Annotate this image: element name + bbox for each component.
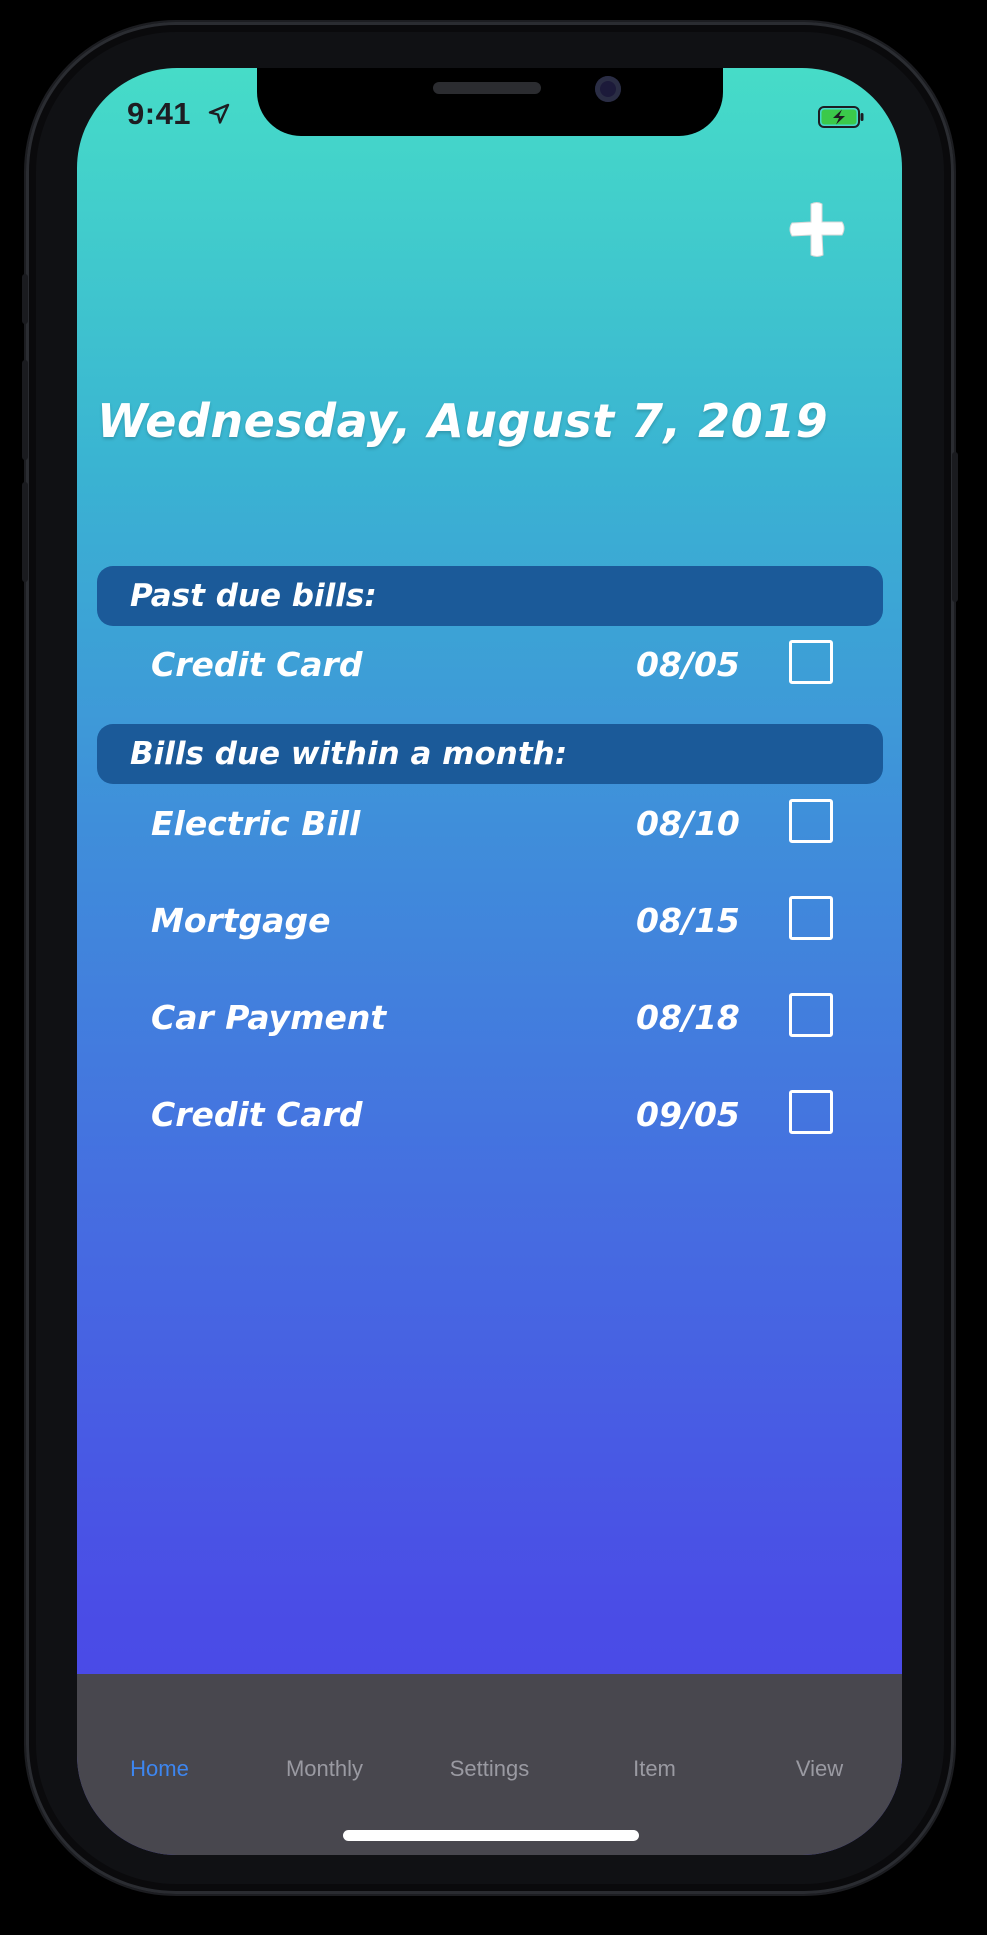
- bill-due-date: 08/18: [636, 998, 740, 1037]
- tab-monthly[interactable]: Monthly: [242, 1756, 407, 1782]
- power-button: [952, 452, 958, 602]
- notch: [257, 68, 723, 136]
- bill-row: Credit Card 08/05: [77, 635, 902, 695]
- bill-due-date: 08/10: [636, 804, 740, 843]
- tab-settings[interactable]: Settings: [407, 1756, 572, 1782]
- section-header-due-within-month: Bills due within a month:: [97, 724, 883, 784]
- tab-item[interactable]: Item: [572, 1756, 737, 1782]
- volume-down-button: [22, 482, 28, 582]
- bill-name: Credit Card: [151, 645, 363, 684]
- bill-due-date: 09/05: [636, 1095, 740, 1134]
- volume-up-button: [22, 360, 28, 460]
- bill-paid-checkbox[interactable]: [789, 896, 833, 940]
- section-title: Past due bills:: [130, 578, 377, 614]
- bill-row: Credit Card 09/05: [77, 1085, 902, 1145]
- section-title: Bills due within a month:: [130, 736, 568, 772]
- tab-view[interactable]: View: [737, 1756, 902, 1782]
- home-indicator[interactable]: [343, 1830, 639, 1841]
- section-header-past-due: Past due bills:: [97, 566, 883, 626]
- app-screen: 9:41 Wednesday, August 7, 2019 Past due …: [77, 68, 902, 1855]
- current-date-title: Wednesday, August 7, 2019: [97, 394, 829, 448]
- tab-bar: Home Monthly Settings Item View: [77, 1674, 902, 1855]
- location-arrow-icon: [208, 103, 230, 124]
- bill-name: Credit Card: [151, 1095, 363, 1134]
- tab-home[interactable]: Home: [77, 1756, 242, 1782]
- bill-paid-checkbox[interactable]: [789, 993, 833, 1037]
- status-time: 9:41: [127, 96, 192, 131]
- mute-switch: [22, 274, 28, 324]
- bill-name: Mortgage: [151, 901, 331, 940]
- battery-charging-icon: [818, 106, 864, 128]
- bill-paid-checkbox[interactable]: [789, 1090, 833, 1134]
- bill-name: Car Payment: [151, 998, 387, 1037]
- speaker-grille: [433, 82, 541, 94]
- bill-row: Mortgage 08/15: [77, 891, 902, 951]
- bill-paid-checkbox[interactable]: [789, 640, 833, 684]
- bill-name: Electric Bill: [151, 804, 361, 843]
- bill-due-date: 08/05: [636, 645, 740, 684]
- bill-paid-checkbox[interactable]: [789, 799, 833, 843]
- bill-row: Car Payment 08/18: [77, 988, 902, 1048]
- bill-row: Electric Bill 08/10: [77, 794, 902, 854]
- bill-due-date: 08/15: [636, 901, 740, 940]
- plus-icon[interactable]: [787, 200, 847, 260]
- front-camera: [595, 76, 621, 102]
